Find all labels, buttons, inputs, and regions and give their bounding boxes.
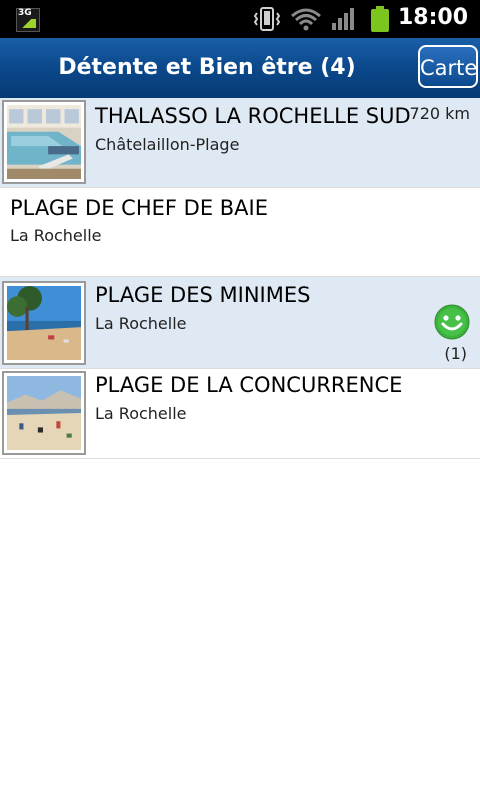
item-city: La Rochelle — [95, 404, 187, 423]
thumbnail-minimes — [2, 281, 86, 365]
list-item[interactable]: PLAGE DE CHEF DE BAIE La Rochelle — [0, 188, 480, 277]
clock: 18:00 — [397, 5, 468, 30]
list-item[interactable]: PLAGE DE LA CONCURRENCE La Rochelle — [0, 369, 480, 459]
thumbnail-concurrence — [2, 371, 86, 455]
item-city: La Rochelle — [10, 226, 102, 245]
item-title: PLAGE DE LA CONCURRENCE — [95, 373, 403, 397]
item-title: PLAGE DES MINIMES — [95, 283, 311, 307]
3g-icon: 3G — [16, 8, 40, 32]
list-item[interactable]: THALASSO LA ROCHELLE SUD Châtelaillon-Pl… — [0, 98, 480, 188]
status-bar: 3G 18:00 — [0, 0, 480, 38]
item-city: Châtelaillon-Plage — [95, 135, 240, 154]
title-bar: Détente et Bien être (4) — [0, 38, 480, 98]
list-item[interactable]: PLAGE DES MINIMES La Rochelle (1) — [0, 277, 480, 369]
battery-icon — [371, 6, 389, 32]
results-list: THALASSO LA ROCHELLE SUD Châtelaillon-Pl… — [0, 98, 480, 459]
page-title: Détente et Bien être (4) — [58, 55, 356, 80]
map-button[interactable]: Carte — [418, 45, 478, 88]
item-title: PLAGE DE CHEF DE BAIE — [10, 196, 268, 220]
signal-icon — [332, 8, 354, 30]
rating-count: (1) — [444, 344, 467, 363]
item-distance: 720 km — [409, 104, 470, 123]
item-city: La Rochelle — [95, 314, 187, 333]
item-title: THALASSO LA ROCHELLE SUD — [95, 104, 411, 128]
vibrate-icon — [253, 7, 281, 31]
smiley-icon — [434, 304, 470, 340]
wifi-icon — [291, 8, 321, 31]
thumbnail-thalasso — [2, 100, 86, 184]
